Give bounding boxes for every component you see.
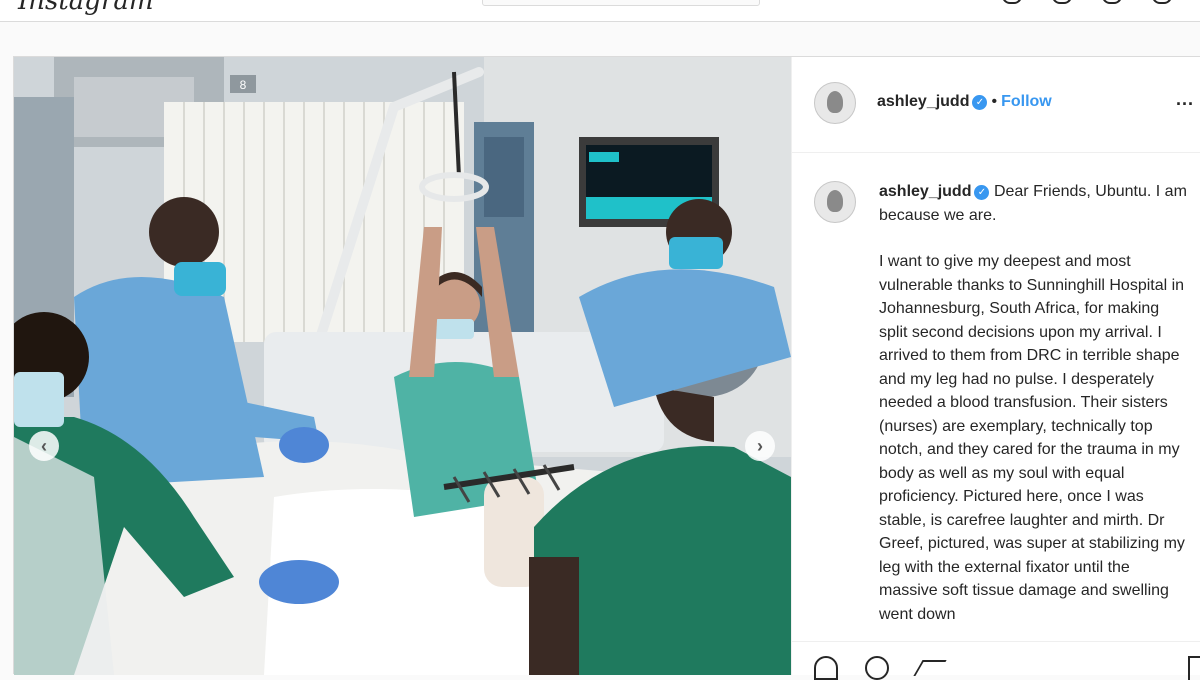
hospital-room-photo: 8 (14, 57, 791, 675)
chevron-right-icon: › (757, 435, 763, 456)
caption-body: I want to give my deepest and most vulne… (879, 253, 1185, 623)
post-header: ashley_judd ✓ • Follow ... (792, 57, 1200, 153)
nav-icons (1002, 0, 1172, 4)
post-actions (792, 641, 1200, 680)
search-input[interactable] (482, 0, 760, 6)
separator-dot: • (991, 93, 998, 110)
room-number: 8 (240, 78, 247, 92)
author-username[interactable]: ashley_judd (877, 93, 969, 110)
top-navigation-bar: Instagram (0, 0, 1200, 22)
direct-icon[interactable] (1052, 0, 1072, 4)
profile-icon[interactable] (1152, 0, 1172, 4)
verified-badge-icon: ✓ (974, 185, 990, 200)
caption-avatar[interactable] (814, 181, 856, 223)
instagram-logo[interactable]: Instagram (18, 0, 154, 16)
post-photo[interactable]: 8 ‹ › (14, 57, 791, 675)
post-card: 8 ‹ › ashley_judd ✓ • Follow ... ashley_… (13, 56, 1200, 680)
paper-plane-icon[interactable] (916, 656, 940, 680)
explore-icon[interactable] (1102, 0, 1122, 4)
post-caption: ashley_judd ✓ Dear Friends, Ubuntu. I am … (792, 153, 1200, 641)
bookmark-icon[interactable] (1188, 656, 1200, 680)
follow-button[interactable]: Follow (1001, 93, 1052, 110)
carousel-previous-button[interactable]: ‹ (29, 431, 59, 461)
verified-badge-icon: ✓ (972, 95, 988, 110)
more-options-icon[interactable]: ... (1176, 89, 1194, 110)
home-icon[interactable] (1002, 0, 1022, 4)
carousel-next-button[interactable]: › (745, 431, 775, 461)
chevron-left-icon: ‹ (41, 435, 47, 456)
post-sidebar: ashley_judd ✓ • Follow ... ashley_judd ✓ Dea… (791, 57, 1200, 680)
comment-icon[interactable] (865, 656, 889, 680)
avatar[interactable] (814, 82, 856, 124)
heart-icon[interactable] (814, 656, 838, 680)
caption-username[interactable]: ashley_judd (879, 183, 971, 200)
